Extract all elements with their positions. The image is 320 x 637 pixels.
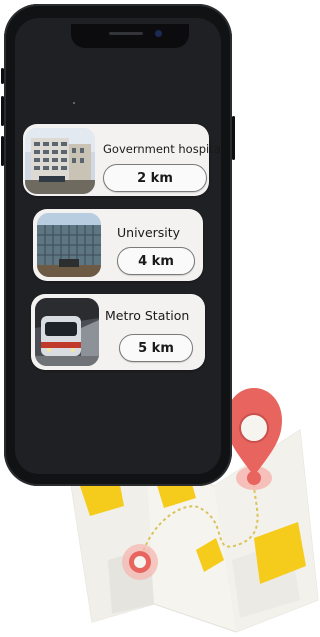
place-name: University xyxy=(117,225,181,240)
phone-screen: Government hospital 2 km University 4 km… xyxy=(15,18,221,474)
university-building-image xyxy=(37,213,101,277)
illustration: Government hospital 2 km University 4 km… xyxy=(0,0,320,637)
notch xyxy=(71,24,189,48)
screen-dot xyxy=(73,102,75,104)
hospital-building-image xyxy=(25,128,95,194)
place-card[interactable]: University 4 km xyxy=(33,209,203,281)
phone-mockup: Government hospital 2 km University 4 km… xyxy=(1,4,235,486)
mute-switch xyxy=(1,68,4,84)
map-start-marker-icon xyxy=(122,544,158,580)
speaker-icon xyxy=(109,32,143,35)
distance-badge[interactable]: 4 km xyxy=(117,247,195,275)
metro-train-image xyxy=(35,298,99,366)
distance-badge[interactable]: 5 km xyxy=(119,334,193,362)
place-card[interactable]: Metro Station 5 km xyxy=(31,294,205,370)
volume-up-button xyxy=(1,96,4,126)
volume-down-button xyxy=(1,136,4,166)
power-button xyxy=(232,116,235,160)
place-name: Metro Station xyxy=(105,308,190,323)
place-card[interactable]: Government hospital 2 km xyxy=(23,124,221,196)
place-name: Government hospital xyxy=(103,142,221,156)
distance-badge[interactable]: 2 km xyxy=(103,164,207,192)
camera-icon xyxy=(155,30,162,37)
